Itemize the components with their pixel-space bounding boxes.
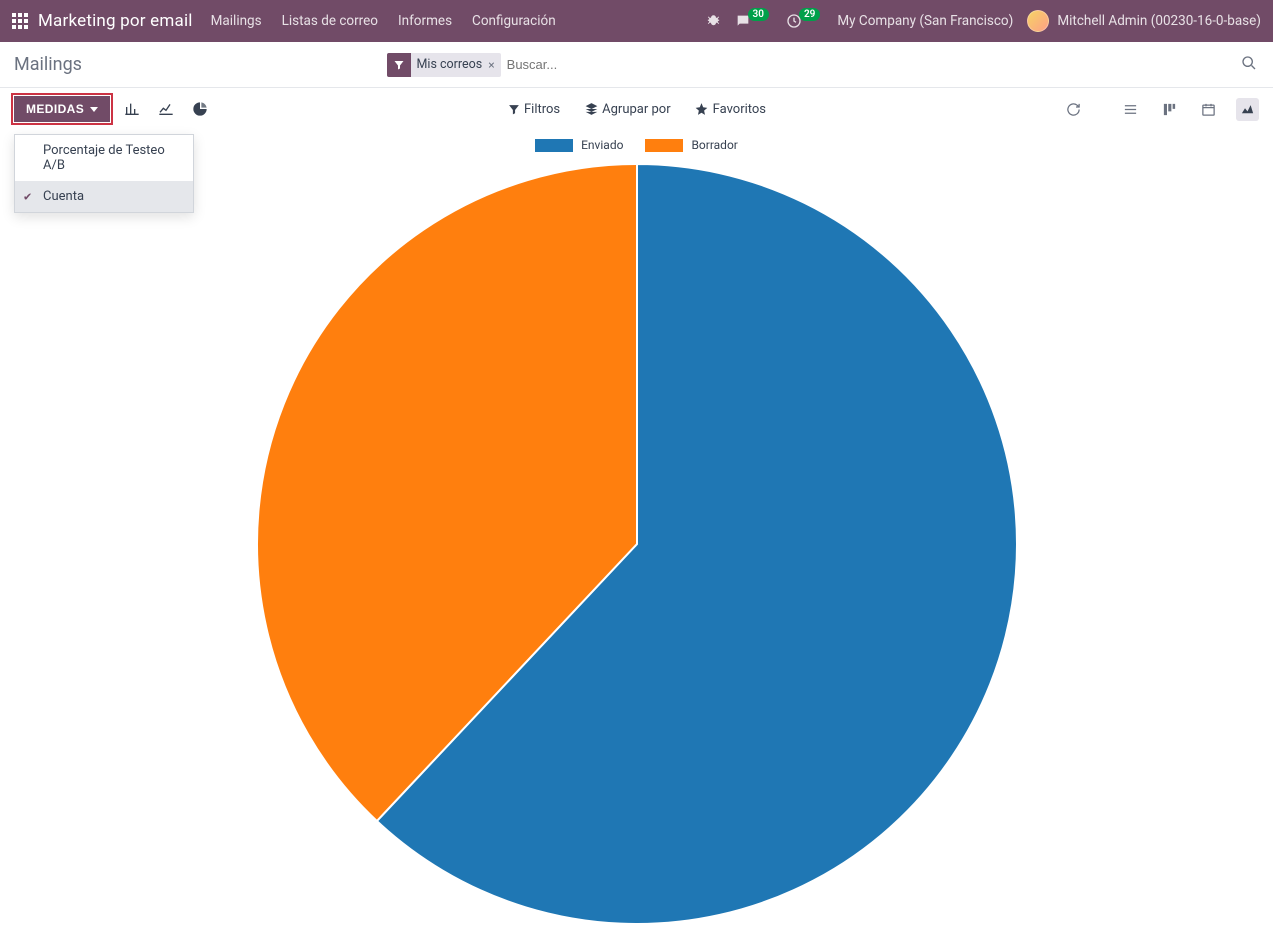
favorites-button[interactable]: Favoritos [695,102,766,117]
app-brand[interactable]: Marketing por email [38,11,193,31]
search-icon[interactable] [1241,55,1259,75]
chart-area: Enviado Borrador [0,130,1273,934]
calendar-view-icon[interactable] [1197,98,1220,121]
filter-group: Filtros Agrupar por Favoritos [507,102,766,117]
legend-label-enviado: Enviado [581,138,623,152]
messages-badge: 30 [748,8,769,21]
user-menu[interactable]: Mitchell Admin (00230-16-0-base) [1027,10,1261,32]
dropdown-item-porcentaje[interactable]: Porcentaje de Testeo A/B [15,135,193,181]
user-name: Mitchell Admin (00230-16-0-base) [1057,13,1261,29]
filters-button[interactable]: Filtros [507,102,560,117]
subheader: Mailings Mis correos × [0,42,1273,88]
refresh-icon[interactable] [1062,98,1085,121]
nav-item-mailings[interactable]: Mailings [211,13,262,29]
messages-icon[interactable]: 30 [735,13,772,29]
legend-item-enviado[interactable]: Enviado [535,138,623,152]
nav-item-listas[interactable]: Listas de correo [282,13,378,29]
topbar-right: 30 29 My Company (San Francisco) Mitchel… [706,10,1261,32]
kanban-view-icon[interactable] [1158,98,1181,121]
caret-down-icon [90,107,98,112]
filter-icon [387,53,411,77]
bar-chart-icon[interactable] [124,101,140,117]
pie-chart [16,154,1257,934]
avatar [1027,10,1049,32]
line-chart-icon[interactable] [158,101,174,117]
graph-view-icon[interactable] [1236,98,1259,121]
topbar: Marketing por email Mailings Listas de c… [0,0,1273,42]
medidas-button[interactable]: MEDIDAS [14,96,110,122]
apps-icon[interactable] [12,13,28,29]
chart-type-switcher [124,101,208,117]
nav-items: Mailings Listas de correo Informes Confi… [211,13,556,29]
swatch-enviado [535,139,573,152]
search-chip-remove[interactable]: × [486,58,500,72]
groupby-button[interactable]: Agrupar por [584,102,670,117]
activities-badge: 29 [799,8,820,21]
nav-item-configuracion[interactable]: Configuración [472,13,556,29]
chart-legend: Enviado Borrador [16,138,1257,152]
search-chip-label: Mis correos [411,57,487,72]
search-bar: Mis correos × [387,53,887,77]
swatch-borrador [645,139,683,152]
dropdown-item-cuenta[interactable]: ✔ Cuenta [15,181,193,212]
legend-label-borrador: Borrador [691,138,737,152]
medidas-dropdown: Porcentaje de Testeo A/B ✔ Cuenta [14,134,194,213]
view-switcher [1062,98,1259,121]
nav-item-informes[interactable]: Informes [398,13,452,29]
breadcrumb[interactable]: Mailings [14,54,82,75]
legend-item-borrador[interactable]: Borrador [645,138,737,152]
bug-icon[interactable] [706,14,721,29]
medidas-wrap: MEDIDAS Porcentaje de Testeo A/B ✔ Cuent… [14,96,110,122]
check-icon: ✔ [23,190,32,203]
search-chip: Mis correos × [387,53,501,77]
medidas-label: MEDIDAS [26,102,84,116]
activities-icon[interactable]: 29 [786,13,823,29]
pie-chart-icon[interactable] [192,101,208,117]
list-view-icon[interactable] [1119,98,1142,121]
toolbar: MEDIDAS Porcentaje de Testeo A/B ✔ Cuent… [0,88,1273,130]
company-name[interactable]: My Company (San Francisco) [837,13,1013,29]
search-input[interactable] [501,53,801,76]
